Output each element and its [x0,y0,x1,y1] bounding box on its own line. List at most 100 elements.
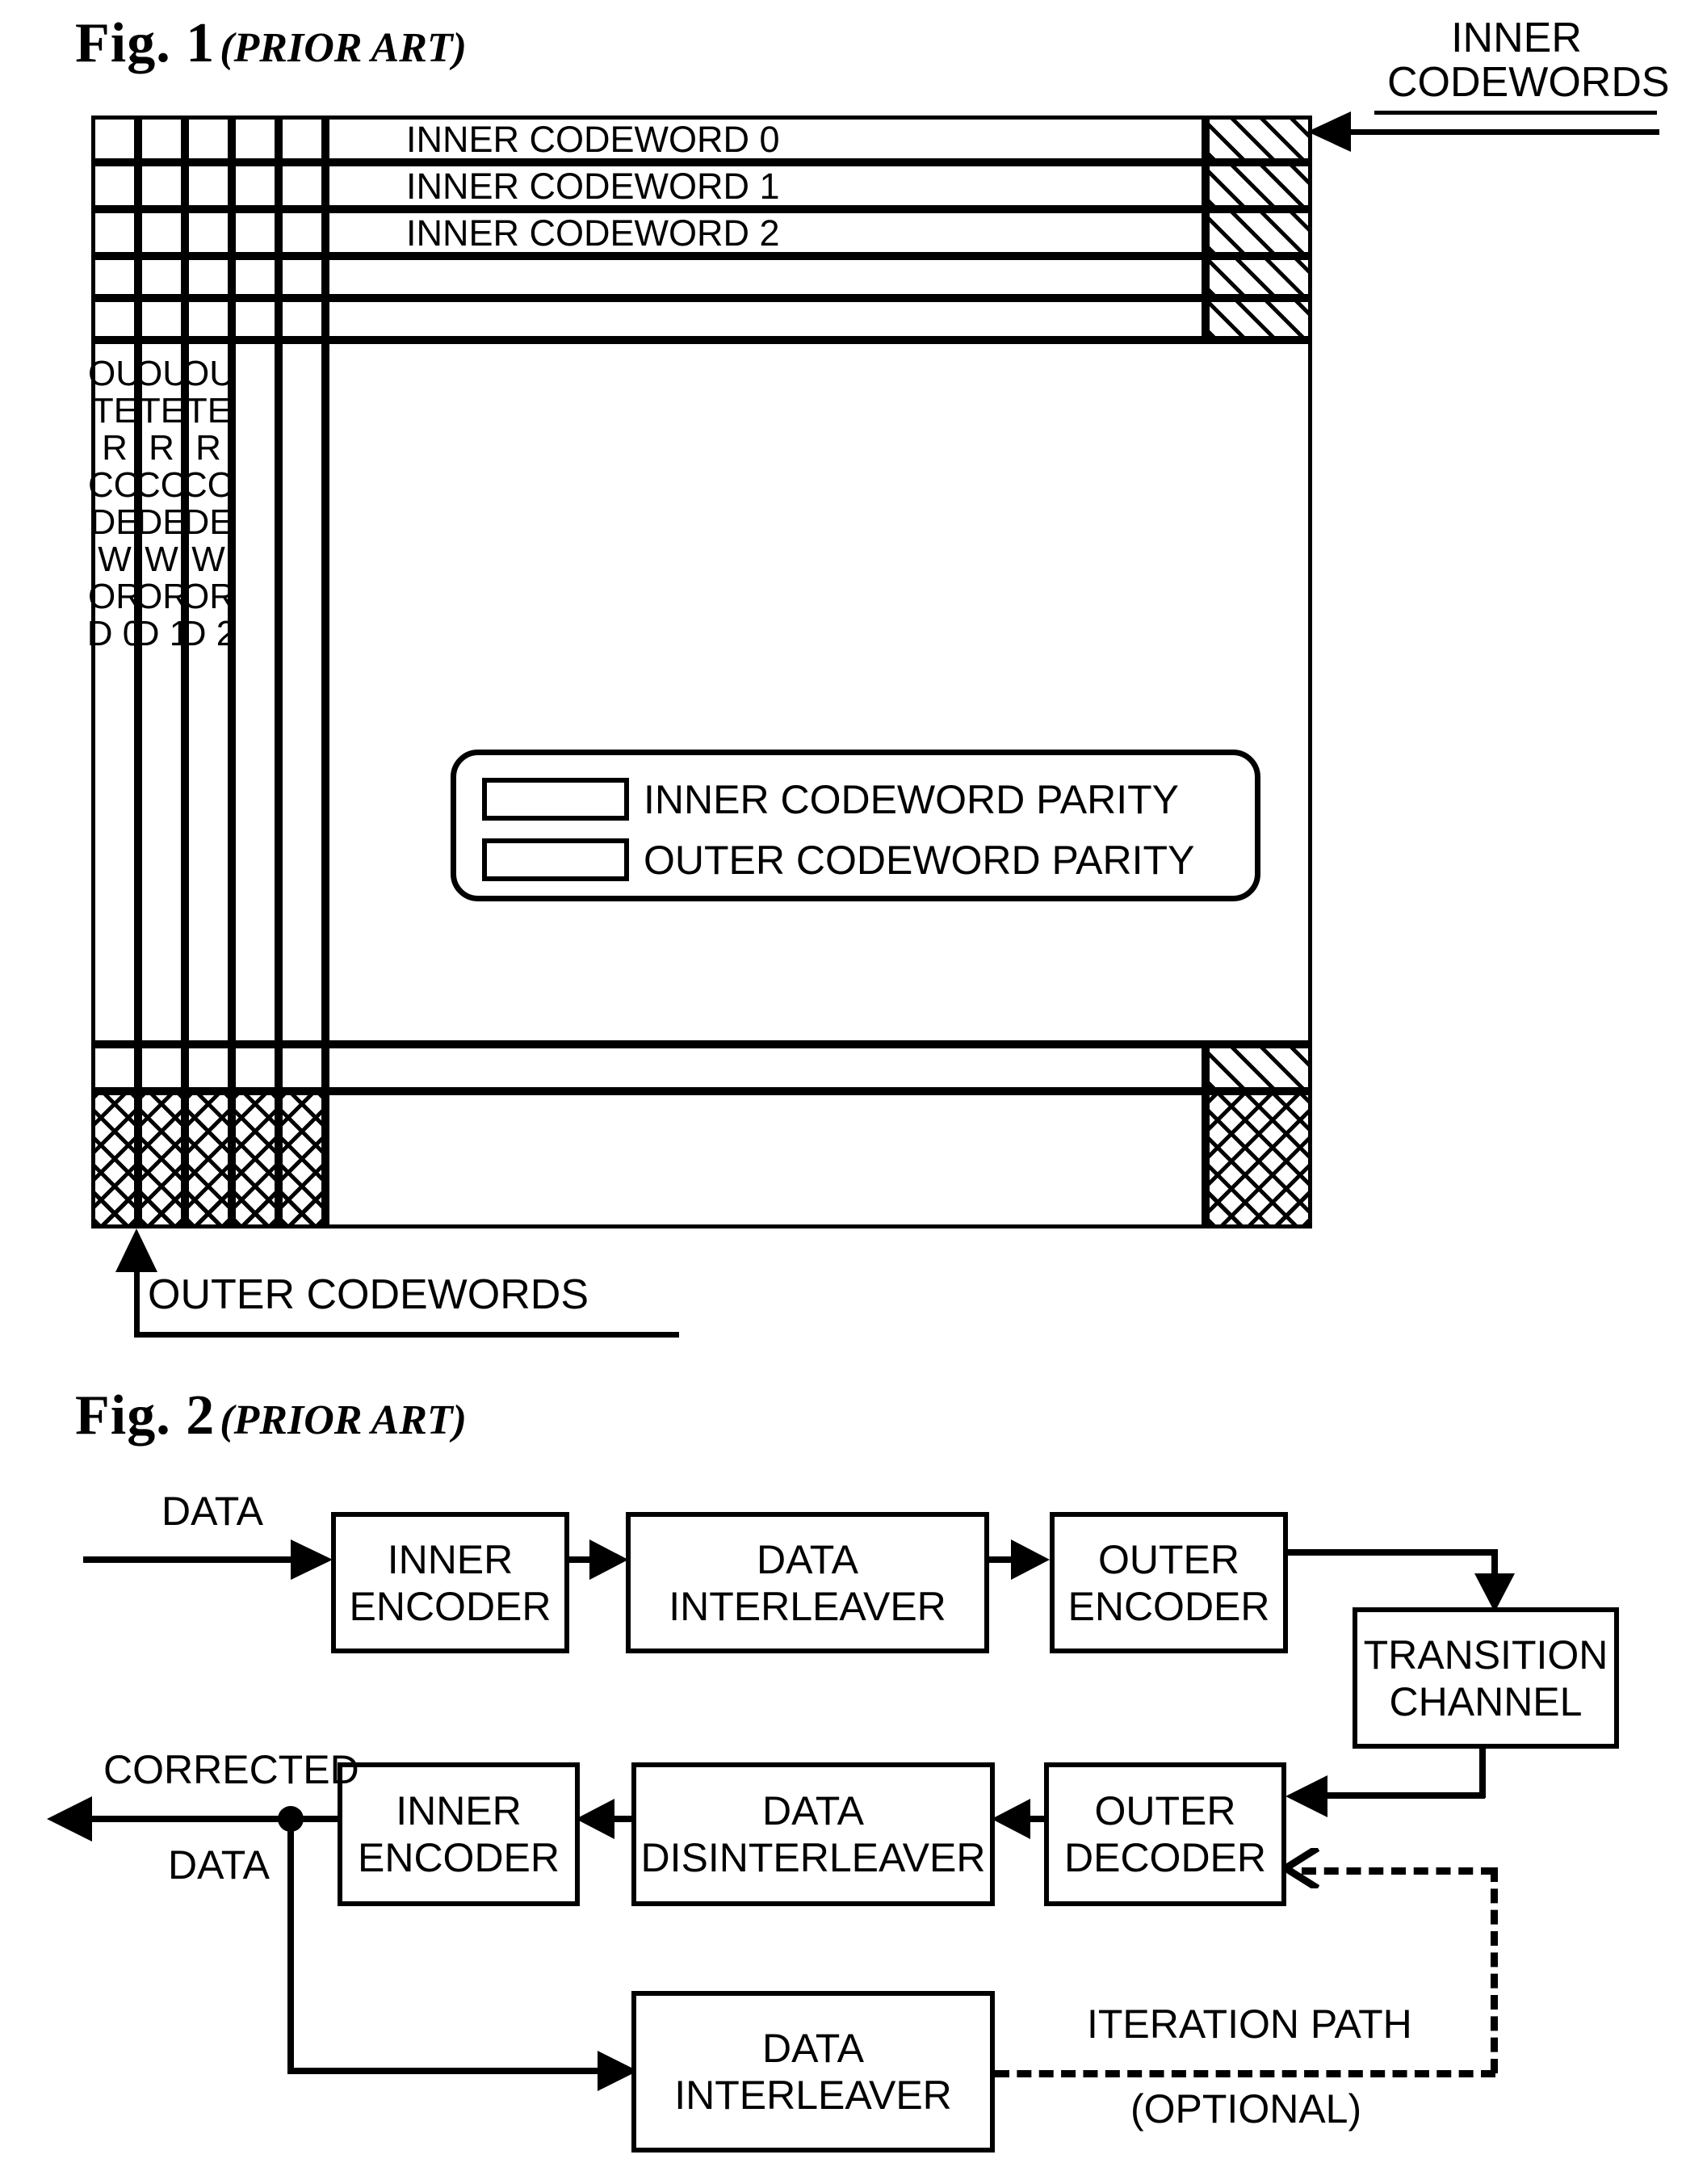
legend-swatch-inner-parity [482,778,629,821]
feedback-path-horizontal [287,2068,616,2074]
grid-cell [232,209,279,256]
block-outer-decoder-line2: DECODER [1063,1835,1267,1880]
outer-callout-stem [134,1266,140,1338]
grid-cell [279,298,325,340]
inner-parity-cell [1206,256,1312,298]
arrowhead-od-to-dd [992,1799,1030,1839]
inner-parity-cell [1206,1044,1312,1091]
arrowhead-di-to-oe [1011,1539,1050,1580]
legend-label-outer-parity: OUTER CODEWORD PARITY [644,838,1195,883]
outer-codeword-column-1: OUTER CODEWORD 1 [134,340,189,1044]
arrowhead-ie-to-di [589,1539,628,1580]
matrix-bottom-blank [325,1091,1206,1228]
grid-cell [138,298,185,340]
data-input-arrow-line [83,1556,301,1563]
fig1-codeword-matrix: INNER CODEWORD 0 INNER CODEWORD 1 INNER … [87,116,1312,1228]
grid-cell [232,256,279,298]
inner-codeword-label-2: INNER CODEWORD 2 [406,212,780,254]
block-data-interleaver-tx-line1: DATA [757,1536,858,1582]
iteration-path-arrowhead [1282,1848,1319,1888]
arrowhead-dd-to-ie [576,1799,614,1839]
inner-codewords-callout: INNER CODEWORDS [1387,15,1670,104]
block-data-interleaver-tx-line2: INTERLEAVER [669,1583,946,1629]
block-outer-decoder-line1: OUTER [1094,1788,1236,1833]
outer-codeword-column-blank [232,340,279,1044]
inner-callout-underline [1374,111,1657,115]
block-outer-encoder[interactable]: OUTER ENCODER [1050,1512,1288,1653]
grid-cell [91,116,138,162]
arrowhead-oe-to-tc [1474,1573,1515,1612]
fig2-number: Fig. 2 [75,1384,216,1447]
grid-cell [91,162,138,209]
fig2-title: Fig. 2 (PRIOR ART) [75,1384,467,1448]
grid-cell [185,1044,232,1091]
outer-codeword-column-2: OUTER CODEWORD 2 [181,340,236,1044]
feedback-path-vertical [287,1819,294,2074]
path-oe-to-tc-horizontal [1286,1549,1498,1556]
block-inner-encoder-rx-line2: ENCODER [357,1835,560,1880]
grid-cell [232,162,279,209]
inner-parity-cell [1206,209,1312,256]
grid-cell [91,1044,138,1091]
grid-cell [279,116,325,162]
grid-cell [91,298,138,340]
block-data-interleaver-feedback[interactable]: DATA INTERLEAVER [631,1991,995,2152]
inner-parity-cell [1206,298,1312,340]
grid-cell [279,209,325,256]
iteration-path-horizontal-bottom [995,2070,1495,2077]
outer-codeword-column-0: OUTER CODEWORD 0 [87,340,142,1044]
block-outer-encoder-line1: OUTER [1098,1536,1239,1582]
block-inner-encoder-rx-line1: INNER [396,1788,522,1833]
block-data-interleaver-tx[interactable]: DATA INTERLEAVER [626,1512,989,1653]
grid-cell [138,209,185,256]
outer-parity-cell [279,1091,325,1228]
outer-callout-arrowhead [115,1228,157,1272]
inner-codewords-callout-line1: INNER [1451,15,1582,61]
block-data-disinterleaver-line1: DATA [762,1788,864,1833]
corrected-data-arrowhead [47,1796,92,1842]
outer-callout-underline [134,1332,679,1338]
grid-cell [185,298,232,340]
block-inner-encoder-tx-line1: INNER [387,1536,514,1582]
iteration-path-horizontal-top [1302,1867,1495,1875]
inner-callout-arrowhead [1307,111,1351,152]
data-input-label: DATA [161,1489,263,1534]
grid-cell [232,298,279,340]
outer-parity-cell [138,1091,185,1228]
block-inner-encoder-tx[interactable]: INNER ENCODER [331,1512,569,1653]
grid-cell [279,1044,325,1091]
grid-cell [232,116,279,162]
grid-cell [138,1044,185,1091]
outer-codeword-label-2: OUTER CODEWORD 2 [180,354,237,653]
block-inner-encoder-tx-line2: ENCODER [349,1583,552,1629]
outer-codewords-callout: OUTER CODEWORDS [148,1271,589,1318]
block-data-interleaver-fb-line1: DATA [762,2026,864,2071]
path-tc-to-od-vertical [1479,1749,1486,1798]
block-data-interleaver-fb-line2: INTERLEAVER [674,2073,952,2118]
block-outer-encoder-line2: ENCODER [1067,1583,1270,1629]
inner-parity-cell [1206,162,1312,209]
grid-cell [138,116,185,162]
fig1-number: Fig. 1 [75,12,216,74]
grid-cell [279,162,325,209]
inner-codeword-label-1: INNER CODEWORD 1 [406,166,780,207]
block-outer-decoder[interactable]: OUTER DECODER [1044,1762,1286,1906]
iteration-path-label: ITERATION PATH [1087,2001,1412,2047]
matrix-data-area [325,340,1312,1044]
legend-swatch-outer-parity [482,838,629,881]
inner-codeword-row-blank [325,298,1206,340]
block-transition-channel-line1: TRANSITION [1363,1632,1608,1678]
grid-cell [232,1044,279,1091]
iteration-optional-label: (OPTIONAL) [1130,2086,1362,2132]
outer-parity-cell [185,1091,232,1228]
data-input-arrowhead [291,1539,333,1580]
legend-box: INNER CODEWORD PARITY OUTER CODEWORD PAR… [451,750,1260,901]
outer-parity-cell [1206,1091,1312,1228]
grid-cell [185,162,232,209]
block-transition-channel[interactable]: TRANSITION CHANNEL [1353,1607,1619,1749]
block-inner-encoder-rx[interactable]: INNER ENCODER [338,1762,580,1906]
fig2-prior-art: (PRIOR ART) [220,1397,467,1443]
block-data-disinterleaver[interactable]: DATA DISINTERLEAVER [631,1762,995,1906]
block-transition-channel-line2: CHANNEL [1389,1678,1583,1724]
inner-codeword-row-blank [325,1044,1206,1091]
